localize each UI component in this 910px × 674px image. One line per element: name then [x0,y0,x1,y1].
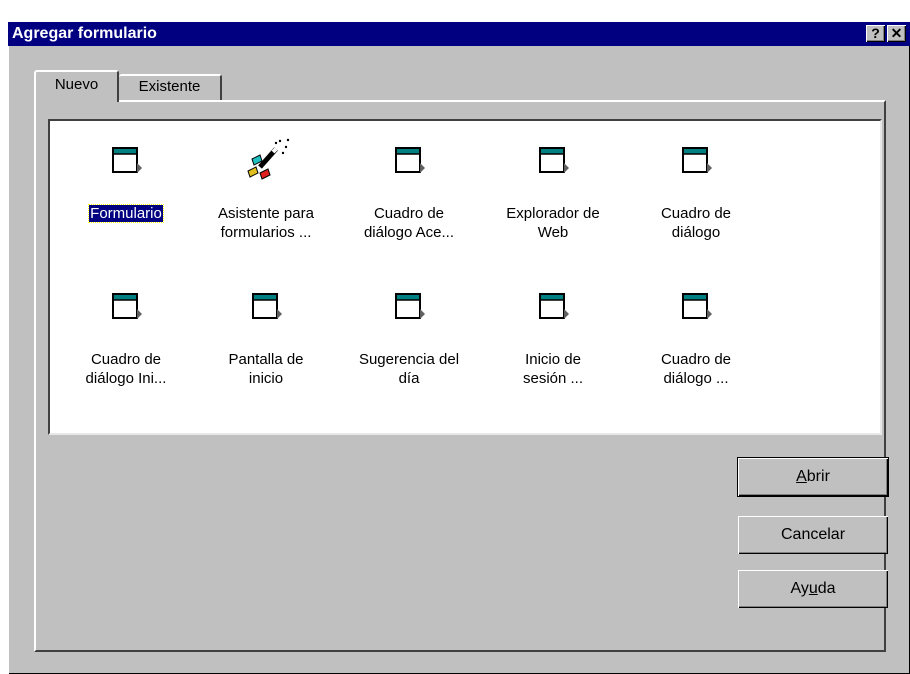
list-item-asistente[interactable]: Asistente para formularios ... [196,125,336,255]
item-label: Cuadro de diálogo ... [660,351,732,387]
item-label: Cuadro de diálogo Ace... [363,205,455,241]
help-label-start: Ay [790,580,809,597]
item-label: Sugerencia del día [358,351,460,387]
list-item-explorador-web[interactable]: Explorador de Web [483,125,623,255]
item-label: Cuadro de diálogo Ini... [85,351,167,387]
list-item-sugerencia-dia[interactable]: Sugerencia del día [339,271,479,401]
open-button[interactable]: Abrir [737,457,889,497]
window-title: Agregar formulario [12,25,157,42]
help-label-end: da [817,580,836,597]
form-icon [682,293,712,319]
item-label: Cuadro de diálogo [660,205,732,241]
list-item-formulario[interactable]: Formulario [56,125,196,255]
tab-existente[interactable]: Existente [119,74,222,100]
form-icon [539,293,569,319]
list-item-cuadro-dialogo-inicio[interactable]: Cuadro de diálogo Ini... [56,271,196,401]
help-dialog-button[interactable]: Ayuda [738,570,888,608]
help-button[interactable]: ? [866,25,885,42]
tab-nuevo[interactable]: Nuevo [34,70,119,102]
list-item-cuadro-dialogo-2[interactable]: Cuadro de diálogo ... [626,271,766,401]
form-template-list[interactable]: Formulario Asistente para formularios ... [48,119,882,435]
item-label: Asistente para formularios ... [218,205,314,241]
form-icon [682,147,712,173]
list-item-pantalla-inicio[interactable]: Pantalla de inicio [196,271,336,401]
list-item-cuadro-dialogo[interactable]: Cuadro de diálogo [626,125,766,255]
help-mnemonic: u [808,580,818,597]
item-label: Pantalla de inicio [228,351,304,387]
item-label: Inicio de sesión ... [522,351,584,387]
open-label-rest: brir [806,468,830,485]
form-icon [395,147,425,173]
wizard-wand-icon [247,138,290,180]
form-icon [252,293,282,319]
open-mnemonic: A [796,468,807,485]
form-icon [395,293,425,319]
close-button[interactable]: ✕ [887,25,906,42]
title-bar[interactable]: Agregar formulario ? ✕ [8,22,910,46]
form-icon [112,293,142,319]
form-icon [539,147,569,173]
add-form-dialog: Agregar formulario ? ✕ Nuevo Existente F… [8,22,910,674]
cancel-button[interactable]: Cancelar [738,516,888,554]
item-label: Explorador de Web [506,205,600,241]
item-label: Formulario [88,204,164,223]
form-icon [112,147,142,173]
list-item-cuadro-dialogo-acerca[interactable]: Cuadro de diálogo Ace... [339,125,479,255]
list-item-inicio-sesion[interactable]: Inicio de sesión ... [483,271,623,401]
